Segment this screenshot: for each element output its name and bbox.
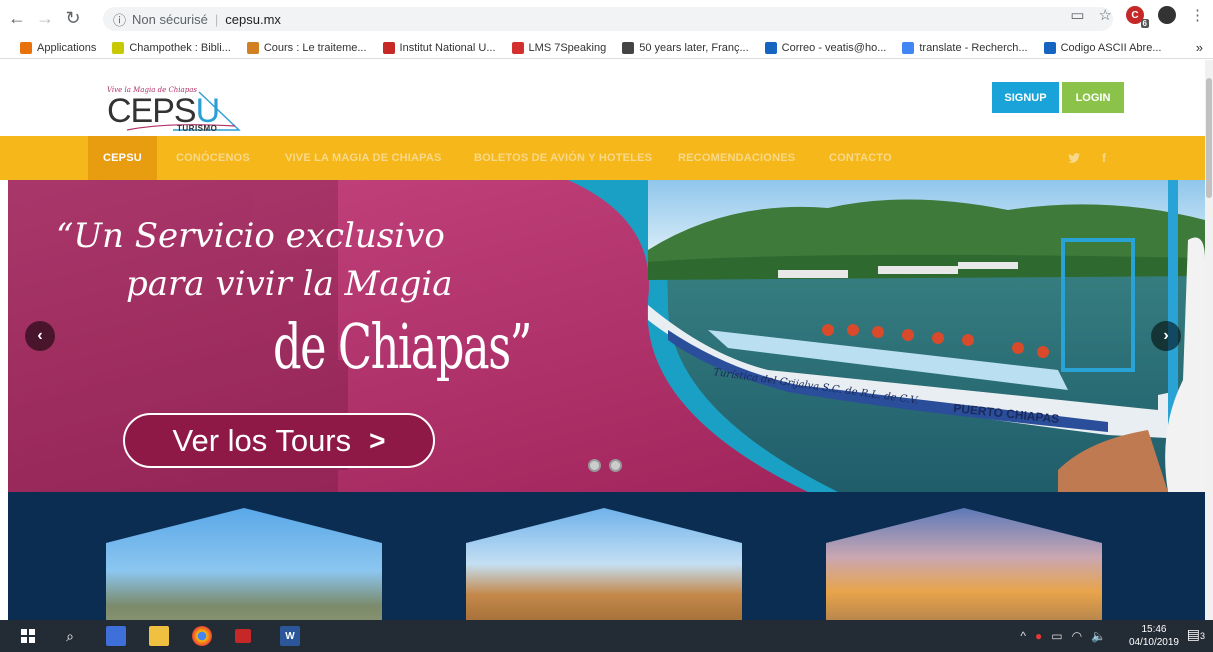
lc-icon [112,41,125,54]
seven-icon [511,41,524,54]
pdf-app-icon[interactable] [235,629,251,643]
globe-icon [622,41,635,54]
back-icon[interactable]: ← [6,8,28,30]
bookmark-item[interactable]: LMS 7Speaking [511,41,607,54]
notifications-icon[interactable]: ▤3 [1187,626,1205,643]
extension-icon[interactable]: C6 [1126,6,1149,28]
slider-dot-2[interactable] [609,459,622,472]
windows-taskbar: ⌕ W ^ ● ▭ ◠ 🔈 15:46 04/10/2019 ▤3 [0,620,1213,652]
bookmark-star-icon[interactable]: ☆ [1099,6,1112,24]
bookmark-label: Institut National U... [399,41,496,54]
chrome-icon[interactable] [192,626,212,646]
login-button[interactable]: LOGIN [1062,82,1124,113]
scrollbar-thumb[interactable] [1206,78,1212,198]
tray-chevron-up-icon[interactable]: ^ [1020,629,1026,643]
forward-icon[interactable]: → [34,8,56,30]
notification-count: 3 [1199,631,1205,641]
bookmark-item[interactable]: Champothek : Bibli... [112,41,231,54]
bookmark-item[interactable]: Correo - veatis@ho... [764,41,887,54]
twitter-glyph [1068,153,1080,163]
address-separator: | [214,11,219,27]
bookmark-label: Correo - veatis@ho... [781,41,887,54]
hero-headline-line1: “Un Servicio exclusivo [56,216,445,256]
tile-canyon[interactable] [106,508,382,620]
main-nav: CEPSU CONÓCENOS VIVE LA MAGIA DE CHIAPAS… [0,136,1205,180]
ver-tours-button[interactable]: Ver los Tours > [123,413,435,468]
clock-date: 04/10/2019 [1128,637,1179,648]
nav-item-contacto[interactable]: CONTACTO [829,136,892,180]
word-icon[interactable]: W [280,626,300,646]
search-icon[interactable]: ⌕ [60,626,80,646]
bookmark-item[interactable]: Applications [20,41,97,54]
nav-item-conocenos[interactable]: CONÓCENOS [176,136,250,180]
address-bar[interactable]: ⓘ Non sécurisé | cepsu.mx [103,7,1113,31]
clock-time: 15:46 [1141,624,1167,635]
hero-slider: Turística del Grijalva S.C. de R.L. de C… [8,180,1205,492]
bookmark-label: Champothek : Bibli... [129,41,231,54]
file-explorer-icon[interactable] [149,626,169,646]
nav-item-cepsu[interactable]: CEPSU [88,136,157,180]
bookmark-item[interactable]: 50 years later, Franç... [622,41,749,54]
bookmarks-more-icon[interactable]: » [1196,40,1203,55]
windows-start-icon[interactable] [18,626,38,646]
facebook-icon[interactable]: f [1102,136,1106,180]
twitter-icon[interactable] [1068,136,1080,180]
apps-grid-icon [20,41,32,54]
logo-wordmark: CEPSU [107,94,220,128]
cepsu-logo[interactable]: Vive la Magia de Chiapas CEPSU TURISMO [107,86,242,134]
bookmarks-bar: Applications Champothek : Bibli... Cours :… [0,37,1213,59]
wifi-icon[interactable]: ◠ [1072,629,1082,643]
hero-headline-line2: para vivir la Magia [126,264,453,304]
outlook-icon [764,41,777,54]
tile-sunset[interactable] [826,508,1102,620]
play-icon [1043,41,1056,54]
ver-tours-label: Ver los Tours [172,422,352,458]
taskbar-clock[interactable]: 15:46 04/10/2019 [1129,623,1179,649]
tray-red-app-icon[interactable]: ● [1035,629,1042,643]
bookmark-item[interactable]: Codigo ASCII Abre... [1043,41,1162,54]
slider-dot-1[interactable] [588,459,601,472]
bookmark-label: Codigo ASCII Abre... [1060,41,1162,54]
bookmark-label: Cours : Le traiteme... [263,41,367,54]
browser-toolbar: ← → ↻ ⓘ Non sécurisé | cepsu.mx ▭ ☆ C6 ⋮ [0,0,1213,37]
bookmark-label: LMS 7Speaking [528,41,607,54]
bookmark-label: Applications [37,41,97,54]
cast-icon[interactable]: ▭ [1070,6,1084,24]
bookmark-item[interactable]: Cours : Le traiteme... [246,41,367,54]
nav-item-boletos[interactable]: BOLETOS DE AVIÓN Y HOTELES [474,136,652,180]
bookmark-item[interactable]: translate - Recherch... [902,41,1028,54]
extension-badge: 6 [1140,19,1149,28]
web-page: Vive la Magia de Chiapas CEPSU TURISMO S… [0,60,1205,620]
volume-icon[interactable]: 🔈 [1091,629,1106,643]
site-header: Vive la Magia de Chiapas CEPSU TURISMO S… [0,60,1205,136]
menu-dots-icon[interactable]: ⋮ [1190,6,1205,24]
logo-subtitle: TURISMO [177,124,218,133]
app-icon-blue[interactable] [106,626,126,646]
bookmark-label: translate - Recherch... [919,41,1028,54]
battery-icon[interactable]: ▭ [1051,629,1062,643]
lc-icon [382,41,395,54]
url-text: cepsu.mx [225,11,281,27]
slider-prev-arrow[interactable]: ‹ [25,321,55,351]
chevron-right-icon: > [369,424,386,456]
bookmark-label: 50 years later, Franç... [639,41,749,54]
bookmark-item[interactable]: Institut National U... [382,41,496,54]
slider-next-arrow[interactable]: › [1151,321,1181,351]
featured-tiles-section [8,492,1205,620]
nav-item-vive-la-magia[interactable]: VIVE LA MAGIA DE CHIAPAS [285,136,442,180]
security-label: Non sécurisé [132,11,208,27]
reload-icon[interactable]: ↻ [62,8,84,30]
info-icon[interactable]: ⓘ [113,10,126,29]
m-icon [246,41,259,54]
nav-item-recomendaciones[interactable]: RECOMENDACIONES [678,136,795,180]
toolbar-icons: ▭ ☆ C6 ⋮ [1070,6,1205,28]
hero-headline-line3: de Chiapas” [273,310,533,383]
profile-icon[interactable] [1158,6,1176,24]
google-icon [902,41,915,54]
signup-button[interactable]: SIGNUP [992,82,1059,113]
windows-logo-glyph [21,629,35,643]
tile-hat[interactable] [466,508,742,620]
